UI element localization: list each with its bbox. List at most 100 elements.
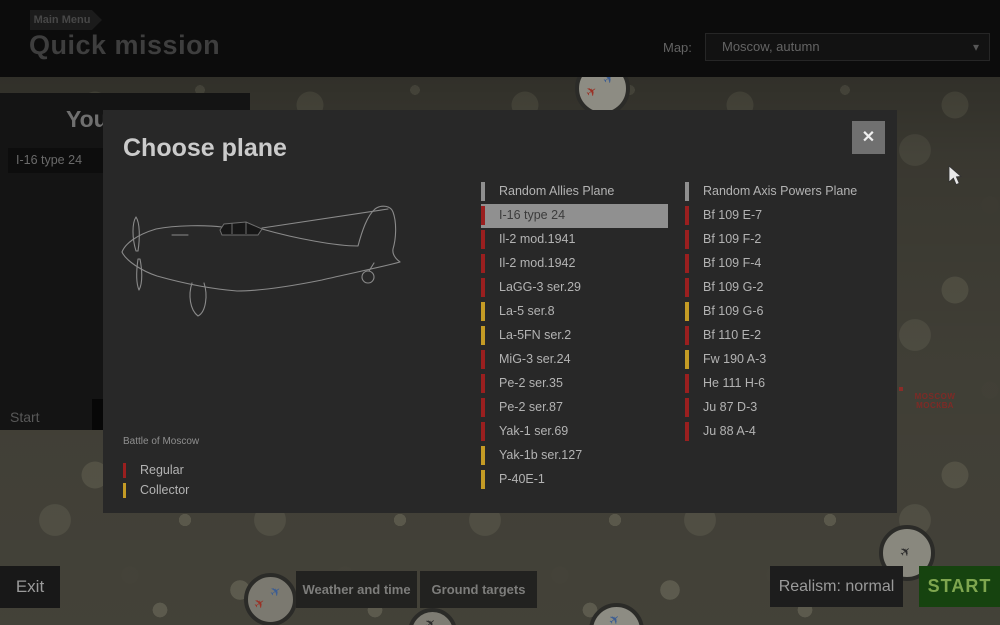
plane-list-item[interactable]: Bf 109 E-7 [685, 204, 872, 228]
plane-label: Il-2 mod.1942 [499, 256, 576, 270]
plane-list-item[interactable]: Random Allies Plane [481, 180, 668, 204]
start-airfield-label: Start [10, 409, 40, 425]
close-button[interactable]: ✕ [852, 121, 885, 154]
plane-label: Il-2 mod.1941 [499, 232, 576, 246]
plane-list-item[interactable]: Bf 110 E-2 [685, 324, 872, 348]
plane-label: Ju 87 D-3 [703, 400, 758, 414]
dogfight-marker[interactable]: ✈ ✈ [244, 573, 297, 625]
dark-plane-icon: ✈ [896, 542, 915, 561]
plane-list-item[interactable]: Ju 88 A-4 [685, 420, 872, 444]
plane-list-item[interactable]: I-16 type 24 [481, 204, 668, 228]
legend-label: Regular [140, 463, 184, 477]
blue-plane-icon: ✈ [605, 610, 624, 625]
plane-list-item[interactable]: Random Axis Powers Plane [685, 180, 872, 204]
plane-list-item[interactable]: He 111 H-6 [685, 372, 872, 396]
plane-list-item[interactable]: Ju 87 D-3 [685, 396, 872, 420]
plane-type-indicator [481, 446, 485, 465]
plane-label: Bf 109 F-2 [703, 232, 762, 246]
plane-list-item[interactable]: Yak-1b ser.127 [481, 444, 668, 468]
plane-label: Fw 190 A-3 [703, 352, 767, 366]
axis-plane-list: Random Axis Powers Plane Bf 109 E-7 Bf 109… [685, 180, 875, 444]
plane-type-indicator [481, 422, 485, 441]
red-plane-icon: ✈ [582, 82, 601, 101]
plane-type-indicator [481, 326, 485, 345]
plane-label: Bf 109 G-2 [703, 280, 764, 294]
weather-and-time-button[interactable]: Weather and time [296, 571, 417, 608]
exit-button[interactable]: Exit [0, 566, 60, 608]
plane-type-indicator [481, 206, 485, 225]
plane-list-item[interactable]: La-5FN ser.2 [481, 324, 668, 348]
dialog-title: Choose plane [123, 134, 287, 162]
chevron-down-icon: ▾ [972, 40, 979, 54]
plane-type-indicator [685, 350, 689, 369]
plane-list-item[interactable]: Pe-2 ser.87 [481, 396, 668, 420]
plane-type-indicator [685, 254, 689, 273]
plane-list-item[interactable]: Bf 109 F-2 [685, 228, 872, 252]
mouse-cursor [948, 165, 962, 186]
plane-type-indicator [481, 230, 485, 249]
plane-list-item[interactable]: Il-2 mod.1942 [481, 252, 668, 276]
legend-label: Collector [140, 483, 190, 497]
plane-type-indicator [481, 278, 485, 297]
ground-targets-button[interactable]: Ground targets [420, 571, 537, 608]
plane-type-indicator [481, 398, 485, 417]
plane-list-item[interactable]: MiG-3 ser.24 [481, 348, 668, 372]
plane-label: La-5FN ser.2 [499, 328, 572, 342]
plane-type-indicator [685, 230, 689, 249]
plane-label: LaGG-3 ser.29 [499, 280, 581, 294]
plane-label: La-5 ser.8 [499, 304, 555, 318]
plane-list-item[interactable]: Fw 190 A-3 [685, 348, 872, 372]
plane-type-indicator [685, 278, 689, 297]
plane-type-indicator [685, 182, 689, 201]
quick-mission-screen: MOSCOW МОСКВА ✈ ✈ ✈ ✈ ✈ ✈ ✈ You I-16 typ… [0, 0, 1000, 625]
collector-color-bar [123, 483, 126, 498]
plane-type-indicator [481, 470, 485, 489]
plane-label: He 111 H-6 [703, 376, 766, 390]
dark-plane-icon: ✈ [421, 614, 440, 625]
page-title: Quick mission [29, 30, 221, 60]
campaign-label: Battle of Moscow [123, 436, 200, 447]
start-mission-button[interactable]: START [919, 566, 1000, 607]
map-select-label: Map: [663, 40, 692, 55]
plane-label: I-16 type 24 [499, 208, 566, 222]
plane-list-item[interactable]: Bf 109 G-2 [685, 276, 872, 300]
plane-type-indicator [685, 326, 689, 345]
plane-silhouette [121, 205, 401, 317]
plane-list-item[interactable]: P-40E-1 [481, 468, 668, 492]
choose-plane-dialog: Choose plane ✕ Battle of Moscow Regular … [103, 110, 897, 513]
plane-list-item[interactable]: La-5 ser.8 [481, 300, 668, 324]
plane-list-item[interactable]: Bf 109 F-4 [685, 252, 872, 276]
plane-label: Pe-2 ser.35 [499, 376, 563, 390]
plane-label: MiG-3 ser.24 [499, 352, 571, 366]
plane-label: Bf 109 F-4 [703, 256, 762, 270]
red-plane-icon: ✈ [250, 594, 269, 613]
plane-label: Random Allies Plane [499, 184, 615, 198]
plane-type-indicator [481, 374, 485, 393]
plane-type-indicator [685, 398, 689, 417]
plane-type-indicator [685, 422, 689, 441]
plane-type-indicator [481, 302, 485, 321]
plane-type-indicator [481, 254, 485, 273]
plane-label: Bf 110 E-2 [703, 328, 762, 342]
realism-button[interactable]: Realism: normal [770, 566, 903, 607]
plane-type-indicator [481, 182, 485, 201]
plane-type-indicator [685, 374, 689, 393]
plane-list-item[interactable]: Yak-1 ser.69 [481, 420, 668, 444]
plane-type-indicator [481, 350, 485, 369]
map-select-dropdown[interactable]: Moscow, autumn ▾ [705, 33, 990, 61]
map-city-ru: МОСКВА [916, 401, 954, 410]
map-city-dot [899, 387, 903, 391]
top-header: Main Menu Quick mission Map: Moscow, aut… [0, 0, 1000, 77]
plane-list-item[interactable]: LaGG-3 ser.29 [481, 276, 668, 300]
plane-list-item[interactable]: Bf 109 G-6 [685, 300, 872, 324]
plane-label: Bf 109 G-6 [703, 304, 764, 318]
panel-title: You [66, 106, 108, 132]
plane-label: Yak-1 ser.69 [499, 424, 569, 438]
plane-list-item[interactable]: Pe-2 ser.35 [481, 372, 668, 396]
plane-label: Yak-1b ser.127 [499, 448, 583, 462]
map-select-value: Moscow, autumn [722, 39, 820, 54]
main-menu-button[interactable]: Main Menu [30, 10, 102, 30]
plane-label: Bf 109 E-7 [703, 208, 763, 222]
allies-plane-list: Random Allies Plane I-16 type 24 Il-2 mod.… [481, 180, 671, 492]
plane-list-item[interactable]: Il-2 mod.1941 [481, 228, 668, 252]
